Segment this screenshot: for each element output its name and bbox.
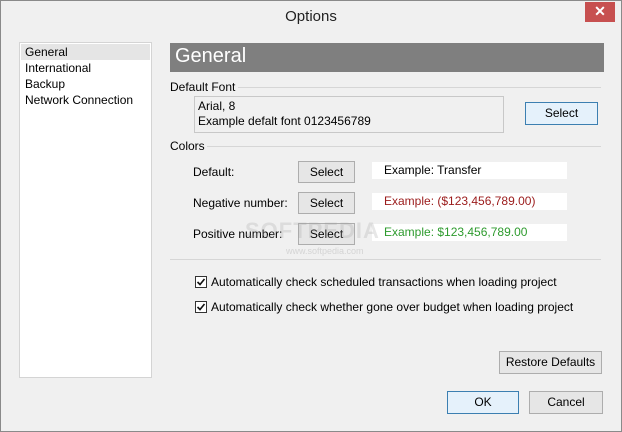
colors-divider — [207, 146, 601, 147]
checkbox-over-budget[interactable] — [195, 301, 207, 313]
watermark-url: www.softpedia.com — [286, 246, 364, 256]
font-select-button[interactable]: Select — [525, 102, 598, 125]
options-dialog: Options ✕ General International Backup N… — [0, 0, 622, 432]
font-preview-box: Arial, 8 Example defalt font 0123456789 — [194, 96, 504, 133]
colors-label: Colors — [170, 139, 205, 153]
default-color-example: Example: Transfer — [372, 162, 567, 179]
font-example: Example defalt font 0123456789 — [198, 114, 371, 128]
category-list[interactable]: General International Backup Network Con… — [19, 42, 152, 378]
checks-divider — [170, 259, 601, 260]
close-icon: ✕ — [594, 3, 606, 19]
font-name: Arial, 8 — [198, 99, 236, 113]
negative-color-label: Negative number: — [193, 196, 288, 210]
default-font-label: Default Font — [170, 80, 236, 94]
checkbox-scheduled[interactable] — [195, 276, 207, 288]
window-title: Options — [285, 8, 337, 25]
default-color-select-button[interactable]: Select — [298, 161, 355, 183]
negative-color-select-button[interactable]: Select — [298, 192, 355, 214]
positive-color-example: Example: $123,456,789.00 — [372, 224, 567, 241]
title-bar: Options ✕ — [1, 1, 621, 32]
checkmark-icon — [196, 303, 206, 311]
nav-item-backup[interactable]: Backup — [21, 76, 150, 92]
negative-color-example: Example: ($123,456,789.00) — [372, 193, 567, 210]
page-title: General — [170, 43, 604, 72]
nav-item-general[interactable]: General — [21, 44, 150, 60]
restore-defaults-button[interactable]: Restore Defaults — [499, 351, 602, 374]
check-over-budget-label: Automatically check whether gone over bu… — [211, 300, 574, 314]
button-bar — [2, 379, 620, 431]
checkmark-icon — [196, 278, 206, 286]
check-scheduled-label: Automatically check scheduled transactio… — [211, 275, 557, 289]
close-button[interactable]: ✕ — [585, 2, 615, 22]
cancel-button[interactable]: Cancel — [529, 391, 603, 414]
default-font-divider — [238, 87, 601, 88]
watermark: SOFTPEDIA — [245, 218, 380, 243]
default-color-label: Default: — [193, 165, 235, 179]
ok-button[interactable]: OK — [447, 391, 519, 414]
nav-item-international[interactable]: International — [21, 60, 150, 76]
nav-item-network-connection[interactable]: Network Connection — [21, 92, 150, 108]
